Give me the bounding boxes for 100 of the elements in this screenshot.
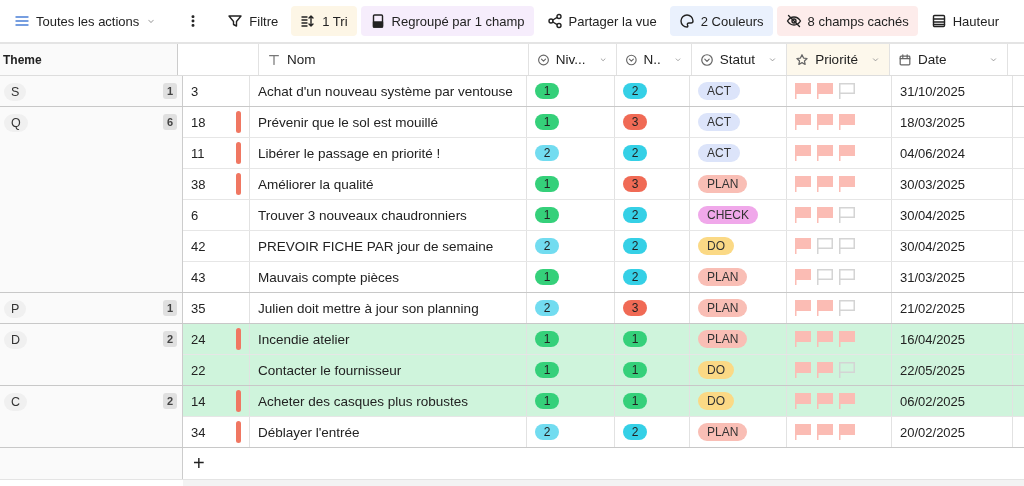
flag-icon	[817, 393, 833, 409]
flag-icon	[795, 362, 811, 378]
group-button[interactable]: Regroupé par 1 champ	[360, 6, 534, 36]
column-header[interactable]: Date	[917, 52, 947, 67]
flag-icon	[795, 207, 811, 223]
status-tag: DO	[698, 237, 734, 255]
status-tag: PLAN	[698, 299, 748, 317]
table-row[interactable]: 22 Contacter le fournisseur 1 1 DO 22/05/2025	[183, 355, 1024, 385]
calendar-icon	[897, 52, 912, 67]
colors-button[interactable]: 2 Couleurs	[669, 6, 773, 36]
view-selector[interactable]: Toutes les actions	[12, 6, 167, 36]
filter-button[interactable]: Filtre	[218, 6, 288, 36]
table-row[interactable]: 3 Achat d'un nouveau système par ventouse 1 2 ACT 31/10/2025	[183, 76, 1024, 106]
table-cell: Déblayer l'entrée	[258, 424, 360, 440]
table-cell: Incendie atelier	[258, 331, 350, 347]
level-badge: 1	[535, 269, 559, 285]
group-label: S	[4, 83, 27, 101]
table-row[interactable]: 38 Améliorer la qualité 1 3 PLAN 30/03/2025	[183, 169, 1024, 200]
add-row-button[interactable]: +	[183, 448, 215, 479]
level-badge: 3	[623, 176, 647, 192]
column-header[interactable]: Theme	[0, 44, 179, 75]
row-number: 11	[191, 145, 206, 161]
table-cell: 31/10/2025	[900, 83, 966, 99]
text-icon	[267, 52, 282, 67]
filter-icon	[227, 13, 244, 29]
level-badge: 3	[623, 300, 647, 316]
table-cell: Acheter des casques plus robustes	[258, 393, 469, 409]
level-badge: 2	[623, 83, 647, 99]
column-header[interactable]: Statut	[719, 52, 756, 67]
table-cell: Mauvais compte pièces	[258, 269, 400, 285]
level-badge: 1	[535, 83, 559, 99]
column-header[interactable]: Nom	[287, 52, 316, 67]
level-badge: 1	[535, 362, 559, 378]
table-cell: Contacter le fournisseur	[258, 362, 402, 378]
status-tag: ACT	[698, 144, 740, 162]
flag-icon	[839, 331, 855, 347]
table-row[interactable]: 42 PREVOIR FICHE PAR jour de semaine 2 2 DO 30/04/2025	[183, 231, 1024, 262]
table-cell: Prévenir que le sol est mouillé	[258, 114, 439, 130]
eye-slash-icon	[785, 13, 802, 29]
group-label: Q	[4, 114, 28, 132]
table-cell: 22/05/2025	[900, 362, 966, 378]
status-tag: PLAN	[698, 423, 748, 441]
column-header[interactable]: N..	[643, 52, 661, 67]
share-button[interactable]: Partager la vue	[537, 6, 666, 36]
flag-icon	[795, 331, 811, 347]
level-badge: 1	[535, 393, 559, 409]
row-number: 42	[191, 238, 207, 254]
table-cell: 30/03/2025	[900, 176, 966, 192]
row-number: 6	[191, 207, 200, 223]
table-cell: Achat d'un nouveau système par ventouse	[258, 83, 513, 99]
circle-chevron-icon	[699, 52, 714, 67]
flag-icon	[795, 83, 811, 99]
table-row[interactable]: 35 Julien doit mettre à jour son planning 2 3 PLAN 21/02/2025	[183, 293, 1024, 323]
flag-icon	[795, 176, 811, 192]
flag-icon	[817, 331, 833, 347]
group-label: P	[4, 300, 27, 318]
table-row[interactable]: 18 Prévenir que le sol est mouillé 1 3 ACT 18/03/2025	[183, 107, 1024, 138]
sort-button[interactable]: 1 Tri	[291, 6, 357, 36]
height-button[interactable]: Hauteur	[921, 6, 1008, 36]
level-badge: 2	[623, 207, 647, 223]
table-cell: PREVOIR FICHE PAR jour de semaine	[258, 238, 494, 254]
table-cell: 16/04/2025	[900, 331, 966, 347]
star-icon	[795, 52, 810, 67]
table-row[interactable]: 43 Mauvais compte pièces 1 2 PLAN 31/03/2025	[183, 262, 1024, 292]
flag-icon	[817, 114, 833, 130]
table-cell: 04/06/2024	[900, 145, 966, 161]
flag-icon	[795, 393, 811, 409]
level-badge: 1	[623, 393, 647, 409]
status-tag: PLAN	[698, 330, 748, 348]
flag-icon	[795, 300, 811, 316]
level-badge: 2	[535, 145, 559, 161]
level-badge: 2	[623, 269, 647, 285]
table-row[interactable]: 34 Déblayer l'entrée 2 2 PLAN 20/02/2025	[183, 417, 1024, 447]
flag-icon	[817, 176, 833, 192]
column-header[interactable]: Niv...	[555, 52, 586, 67]
count-badge: 1	[162, 83, 177, 99]
level-badge: 2	[623, 238, 647, 254]
group-label: C	[4, 393, 28, 411]
table-row[interactable]: 6 Trouver 3 nouveaux chaudronniers 1 2 CHECK 30/04/2025	[183, 200, 1024, 231]
flag-icon	[795, 238, 811, 254]
group-label: D	[4, 331, 28, 349]
flag-icon	[817, 207, 833, 223]
table-row[interactable]: 24 Incendie atelier 1 1 PLAN 16/04/2025	[183, 324, 1024, 355]
status-tag: PLAN	[698, 175, 748, 193]
level-badge: 1	[535, 207, 559, 223]
flag-icon	[839, 362, 855, 378]
status-tag: DO	[698, 361, 734, 379]
hide-button[interactable]: 8 champs cachés	[776, 6, 918, 36]
row-number: 18	[191, 114, 207, 130]
circle-chevron-icon	[624, 52, 638, 67]
flag-icon	[839, 424, 855, 440]
table-cell: 30/04/2025	[900, 238, 966, 254]
table-cell: Trouver 3 nouveaux chaudronniers	[258, 207, 467, 223]
flag-icon	[795, 145, 811, 161]
table-cell: 31/03/2025	[900, 269, 966, 285]
level-badge: 2	[535, 300, 559, 316]
flag-icon	[817, 269, 833, 285]
flag-icon	[817, 362, 833, 378]
table-row[interactable]: 14 Acheter des casques plus robustes 1 1 DO 06/02/2025	[183, 386, 1024, 417]
table-row[interactable]: 11 Libérer le passage en priorité ! 2 2 ACT 04/06/2024	[183, 138, 1024, 169]
